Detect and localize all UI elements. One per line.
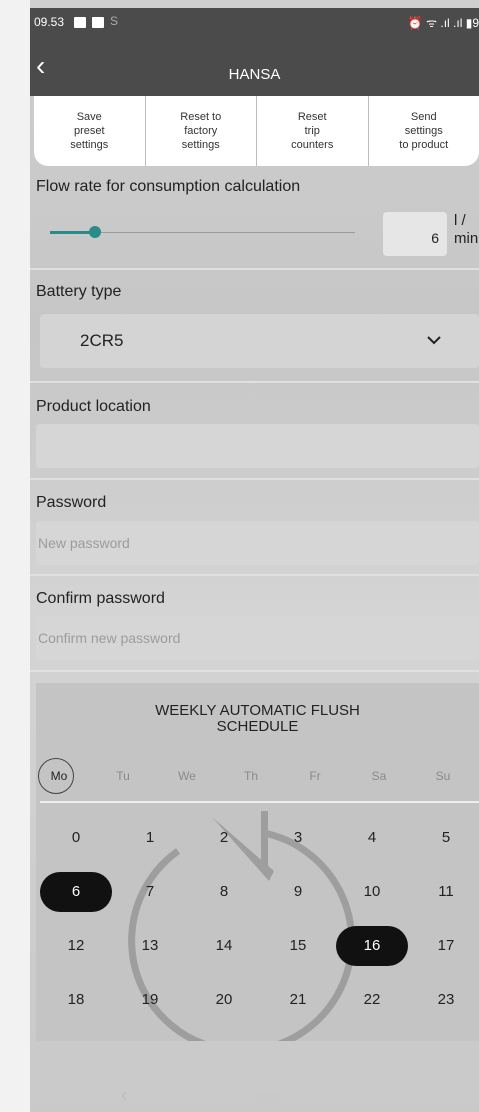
password-input[interactable] bbox=[36, 521, 479, 565]
section-divider bbox=[30, 381, 479, 383]
reset-trip-label: Reset trip counters bbox=[291, 111, 334, 151]
hour-0[interactable]: 0 bbox=[40, 818, 112, 858]
hour-19[interactable]: 19 bbox=[114, 980, 186, 1020]
flow-rate-label: Flow rate for consumption calculation bbox=[36, 178, 301, 195]
day-selector: Mo Tu We Th Fr Sa Su bbox=[36, 758, 479, 794]
hour-9[interactable]: 9 bbox=[262, 872, 334, 912]
reset-trip-counters-button[interactable]: Reset trip counters bbox=[256, 96, 368, 166]
flush-schedule: WEEKLY AUTOMATIC FLUSH SCHEDULE Mo Tu We Th… bbox=[36, 683, 479, 1041]
schedule-title: WEEKLY AUTOMATIC FLUSH SCHEDULE bbox=[155, 702, 360, 735]
flow-rate-input[interactable]: 6 bbox=[383, 212, 447, 256]
page-title: HANSA bbox=[228, 66, 281, 83]
hour-7[interactable]: 7 bbox=[114, 872, 186, 912]
product-location-field[interactable] bbox=[36, 424, 479, 468]
image-notification-icon bbox=[74, 17, 86, 28]
product-location-input[interactable] bbox=[36, 424, 479, 468]
send-settings-label: Send settings to product bbox=[399, 111, 449, 151]
hour-3[interactable]: 3 bbox=[262, 818, 334, 858]
schedule-divider bbox=[40, 801, 479, 803]
confirm-password-input[interactable] bbox=[36, 616, 479, 660]
product-location-label: Product location bbox=[36, 398, 151, 415]
hour-12[interactable]: 12 bbox=[40, 926, 112, 966]
gallery-notification-icon bbox=[92, 17, 104, 28]
day-th[interactable]: Th bbox=[231, 758, 271, 794]
flow-rate-unit: l / min bbox=[454, 212, 479, 247]
password-label: Password bbox=[36, 494, 107, 511]
hour-10[interactable]: 10 bbox=[336, 872, 408, 912]
action-toolbar: Save preset settings Reset to factory se… bbox=[34, 96, 479, 166]
hour-6[interactable]: 6 bbox=[40, 872, 112, 912]
hour-18[interactable]: 18 bbox=[40, 980, 112, 1020]
status-icons: ⏰ ᯤ .ıl .ıl ▮9 bbox=[407, 16, 479, 30]
day-tu[interactable]: Tu bbox=[103, 758, 143, 794]
battery-type-value: 2CR5 bbox=[80, 331, 124, 350]
hour-21[interactable]: 21 bbox=[262, 980, 334, 1020]
reset-factory-label: Reset to factory settings bbox=[180, 111, 222, 151]
day-fr[interactable]: Fr bbox=[295, 758, 335, 794]
hour-16[interactable]: 16 bbox=[336, 926, 408, 966]
flow-rate-slider-thumb[interactable] bbox=[89, 226, 101, 238]
nav-home-icon[interactable] bbox=[252, 1093, 278, 1099]
app-notification-icon: S bbox=[110, 14, 119, 28]
hour-13[interactable]: 13 bbox=[114, 926, 186, 966]
nav-back-icon[interactable]: ‹ bbox=[121, 1085, 127, 1106]
hour-4[interactable]: 4 bbox=[336, 818, 408, 858]
system-nav-bar: ‹ bbox=[30, 1082, 479, 1112]
app-bar: ‹ HANSA bbox=[30, 38, 479, 96]
hour-17[interactable]: 17 bbox=[410, 926, 479, 966]
status-bar: 09.53 S ⏰ ᯤ .ıl .ıl ▮9 bbox=[30, 8, 479, 38]
hour-23[interactable]: 23 bbox=[410, 980, 479, 1020]
send-settings-button[interactable]: Send settings to product bbox=[367, 96, 479, 166]
day-sa[interactable]: Sa bbox=[359, 758, 399, 794]
battery-type-label: Battery type bbox=[36, 283, 122, 300]
confirm-password-field[interactable] bbox=[36, 616, 479, 660]
hour-22[interactable]: 22 bbox=[336, 980, 408, 1020]
hour-11[interactable]: 11 bbox=[410, 872, 479, 912]
hour-15[interactable]: 15 bbox=[262, 926, 334, 966]
flow-rate-value: 6 bbox=[431, 230, 439, 246]
day-mo[interactable]: Mo bbox=[39, 758, 79, 794]
section-divider bbox=[30, 478, 479, 480]
hour-20[interactable]: 20 bbox=[188, 980, 260, 1020]
confirm-password-label: Confirm password bbox=[36, 590, 165, 607]
section-divider bbox=[30, 670, 479, 672]
hour-1[interactable]: 1 bbox=[114, 818, 186, 858]
hour-8[interactable]: 8 bbox=[188, 872, 260, 912]
reset-factory-button[interactable]: Reset to factory settings bbox=[144, 96, 257, 166]
save-preset-label: Save preset settings bbox=[70, 111, 109, 151]
day-we[interactable]: We bbox=[167, 758, 207, 794]
battery-type-select[interactable]: 2CR5 bbox=[40, 314, 479, 368]
section-divider bbox=[30, 268, 479, 270]
chevron-down-icon bbox=[427, 336, 441, 345]
day-su[interactable]: Su bbox=[423, 758, 463, 794]
status-time: 09.53 bbox=[34, 15, 65, 29]
password-field[interactable] bbox=[36, 521, 479, 565]
hour-14[interactable]: 14 bbox=[188, 926, 260, 966]
app-screen: 09.53 S ⏰ ᯤ .ıl .ıl ▮9 ‹ HANSA Save pres… bbox=[30, 0, 479, 1112]
hour-2[interactable]: 2 bbox=[188, 818, 260, 858]
hour-5[interactable]: 5 bbox=[410, 818, 479, 858]
section-divider bbox=[30, 574, 479, 576]
save-preset-button[interactable]: Save preset settings bbox=[34, 96, 145, 166]
